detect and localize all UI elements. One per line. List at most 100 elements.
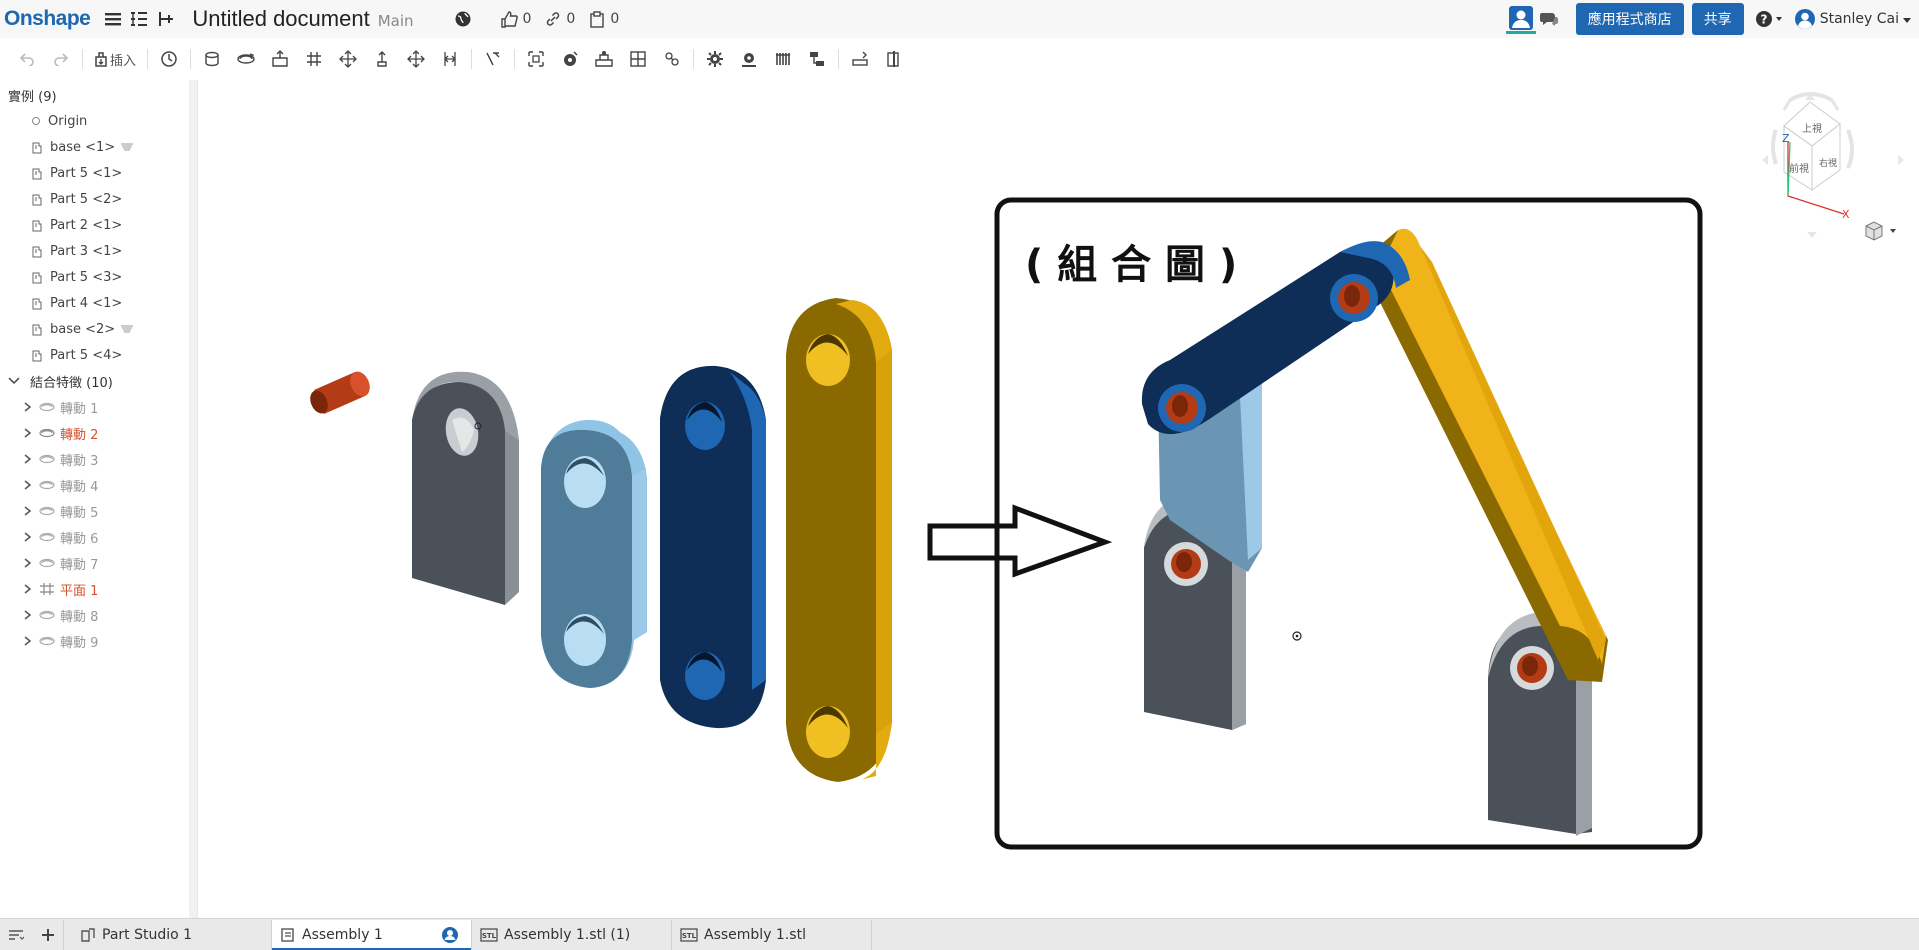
instance-label: base <1> — [50, 139, 116, 155]
redo-icon[interactable] — [44, 45, 78, 73]
pin-slot-mate-icon[interactable] — [365, 45, 399, 73]
mate-label: 轉動 8 — [60, 609, 99, 625]
cube-front-label[interactable]: 前視 — [1789, 162, 1809, 175]
cylindrical-mate-icon[interactable] — [331, 45, 365, 73]
toolbar-divider — [838, 49, 839, 69]
instance-row[interactable]: Part 5 <4> — [30, 344, 122, 366]
axis-x-label: X — [1842, 208, 1850, 221]
cube-top-label[interactable]: 上視 — [1802, 122, 1822, 135]
like-count[interactable]: 0 — [500, 10, 531, 28]
gear-relation-icon[interactable] — [698, 45, 732, 73]
mate-row[interactable]: 轉動 9 — [24, 630, 98, 652]
link-dark-blue[interactable] — [660, 365, 766, 729]
insert-tree-icon[interactable] — [152, 6, 178, 32]
tangent-mate-icon[interactable] — [476, 45, 510, 73]
screw-relation-icon[interactable] — [766, 45, 800, 73]
scene-canvas[interactable]: ( 組 合 圖 ) 上視 前視 右視 Z X — [200, 80, 1919, 918]
chevron-right-icon — [24, 610, 32, 620]
document-title[interactable]: Untitled document — [192, 6, 369, 32]
view-options-icon[interactable] — [1865, 221, 1896, 241]
share-button[interactable]: 共享 — [1691, 3, 1744, 35]
mates-header[interactable]: 結合特徵 (10) — [8, 370, 113, 392]
mate-row[interactable]: 轉動 1 — [24, 396, 98, 418]
mate-row[interactable]: 轉動 5 — [24, 500, 98, 522]
user-presence-icon[interactable] — [1505, 4, 1536, 34]
mate-row[interactable]: 轉動 3 — [24, 448, 98, 470]
menu-icon[interactable] — [100, 6, 126, 32]
instance-row[interactable]: base <1> — [30, 136, 134, 158]
planar-mate-icon[interactable] — [297, 45, 331, 73]
mate-row[interactable]: 平面 1 — [24, 578, 98, 600]
copy-count[interactable]: 0 — [589, 10, 619, 28]
mate-row[interactable]: 轉動 6 — [24, 526, 98, 548]
instance-label: Part 2 <1> — [50, 217, 123, 233]
part-instance-icon — [32, 350, 42, 362]
instance-row[interactable]: base <2> — [30, 318, 134, 340]
help-icon[interactable]: ? — [1752, 6, 1788, 32]
instance-row[interactable]: Part 5 <1> — [30, 162, 122, 184]
cube-right-label[interactable]: 右視 — [1819, 157, 1837, 169]
feature-list-icon[interactable] — [126, 6, 152, 32]
chevron-right-icon — [24, 506, 32, 516]
instance-row[interactable]: Part 5 <3> — [30, 266, 122, 288]
base-part[interactable] — [412, 371, 519, 605]
link-count[interactable]: 0 — [545, 11, 575, 27]
tab-assembly[interactable]: Assembly 1 — [272, 919, 472, 950]
instance-row[interactable]: Part 4 <1> — [30, 292, 122, 314]
measure-icon[interactable] — [843, 45, 877, 73]
ball-mate-icon[interactable] — [399, 45, 433, 73]
tab-stl-export-2[interactable]: STL Assembly 1.stl — [672, 919, 872, 950]
mate-row[interactable]: 轉動 2 — [24, 422, 98, 444]
fastened-mate-icon[interactable] — [195, 45, 229, 73]
explode-icon[interactable] — [655, 45, 689, 73]
comments-icon[interactable] — [1536, 6, 1562, 32]
assembled-mechanism[interactable] — [1141, 228, 1608, 836]
mate-connector-icon[interactable] — [553, 45, 587, 73]
link-gold[interactable] — [786, 298, 892, 782]
add-tab-icon[interactable] — [32, 919, 64, 950]
instance-row[interactable]: Part 5 <2> — [30, 188, 122, 210]
parallel-mate-icon[interactable] — [433, 45, 467, 73]
mate-row[interactable]: 轉動 8 — [24, 604, 98, 626]
link-light-blue[interactable] — [541, 419, 647, 688]
graphics-viewport[interactable]: ( 組 合 圖 ) 上視 前視 右視 Z X — [200, 80, 1919, 918]
rack-pinion-icon[interactable] — [732, 45, 766, 73]
instance-row[interactable]: Part 2 <1> — [30, 214, 122, 236]
insert-button[interactable]: 插入 — [87, 45, 143, 73]
pattern-icon[interactable] — [621, 45, 655, 73]
tab-stl-export-1[interactable]: STL Assembly 1.stl (1) — [472, 919, 672, 950]
globe-icon[interactable] — [450, 6, 476, 32]
svg-text:STL: STL — [482, 932, 497, 940]
origin-icon — [32, 117, 40, 125]
history-icon[interactable] — [152, 45, 186, 73]
group-icon[interactable] — [519, 45, 553, 73]
revolute-mate-icon[interactable] — [229, 45, 263, 73]
app-store-button[interactable]: 應用程式商店 — [1575, 3, 1684, 35]
slider-mate-icon[interactable] — [263, 45, 297, 73]
origin-row[interactable]: Origin — [32, 110, 87, 132]
user-menu-chevron-icon[interactable] — [1903, 10, 1911, 28]
instance-label: Part 3 <1> — [50, 243, 123, 259]
branch-name[interactable]: Main — [378, 12, 414, 30]
replicate-icon[interactable] — [587, 45, 621, 73]
mate-label: 轉動 7 — [60, 557, 99, 573]
panel-scrollbar[interactable] — [189, 80, 197, 918]
user-name[interactable]: Stanley Cai — [1820, 11, 1899, 27]
pin-part[interactable] — [307, 368, 374, 416]
user-avatar-icon[interactable] — [1792, 6, 1818, 32]
revolute-mate-icon — [39, 610, 55, 620]
toolbar-divider — [471, 49, 472, 69]
section-view-icon[interactable] — [877, 45, 911, 73]
mate-row[interactable]: 轉動 7 — [24, 552, 98, 574]
svg-text:STL: STL — [682, 932, 697, 940]
linear-relation-icon[interactable] — [800, 45, 834, 73]
undo-icon[interactable] — [10, 45, 44, 73]
tab-part-studio[interactable]: Part Studio 1 — [72, 919, 272, 950]
instance-row[interactable]: Part 3 <1> — [30, 240, 122, 262]
view-cube[interactable]: 上視 前視 右視 Z X — [1762, 92, 1904, 238]
axis-z-label: Z — [1782, 132, 1790, 145]
mate-row[interactable]: 轉動 4 — [24, 474, 98, 496]
tab-manager-icon[interactable] — [0, 929, 32, 941]
onshape-logo[interactable]: Onshape — [4, 7, 91, 31]
instances-header[interactable]: 實例 (9) — [8, 86, 57, 105]
